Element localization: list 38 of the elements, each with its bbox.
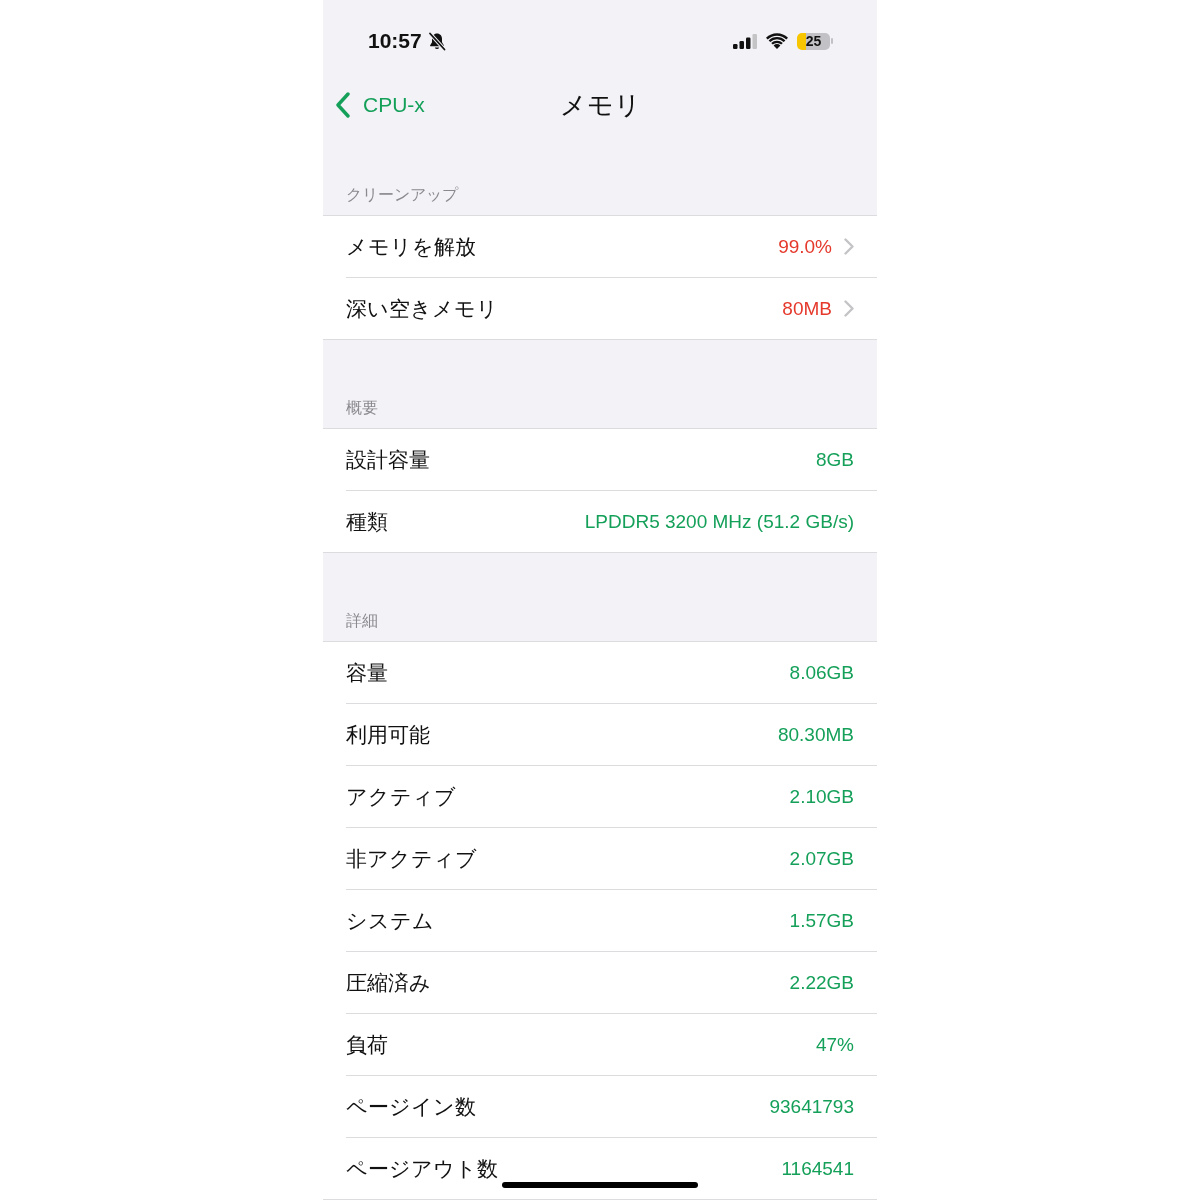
row-label: 容量 xyxy=(346,659,388,686)
section-header: 詳細 xyxy=(346,611,378,631)
battery-indicator: 25 xyxy=(797,32,830,50)
row-value: LPDDR5 3200 MHz (51.2 GB/s) xyxy=(584,509,854,534)
row-label: 圧縮済み xyxy=(346,969,431,996)
row-label: 非アクティブ xyxy=(346,845,477,872)
row-value: 2.10GB xyxy=(789,784,854,809)
row-label: 種類 xyxy=(346,508,388,535)
row-value: 1164541 xyxy=(781,1156,854,1181)
status-time: 10:57 xyxy=(368,29,422,53)
page-title: メモリ xyxy=(559,88,641,121)
row-value: 8.06GB xyxy=(789,660,854,685)
section-header: クリーンアップ xyxy=(346,185,458,205)
row-label: 負荷 xyxy=(346,1031,388,1058)
row-value: 47% xyxy=(815,1032,854,1057)
row-label: 深い空きメモリ xyxy=(346,295,498,322)
back-button[interactable]: CPU-x xyxy=(323,90,425,119)
row-value: 1.57GB xyxy=(789,908,854,933)
row-label: 利用可能 xyxy=(346,721,430,748)
row-value: 99.0% xyxy=(778,234,832,259)
row-value: 80.30MB xyxy=(777,722,854,747)
row-value: 2.07GB xyxy=(789,846,854,871)
section-header: 概要 xyxy=(346,398,378,418)
row-value: 93641793 xyxy=(769,1094,854,1119)
wifi-icon xyxy=(766,33,788,49)
chevron-right-icon[interactable] xyxy=(844,238,854,255)
row-value: 8GB xyxy=(815,447,854,472)
row-label: アクティブ xyxy=(346,783,456,810)
row-value: 80MB xyxy=(782,296,832,321)
chevron-left-icon xyxy=(335,91,351,118)
chevron-right-icon[interactable] xyxy=(844,300,854,317)
row-label: システム xyxy=(346,907,434,934)
row-label: メモリを解放 xyxy=(346,233,476,260)
row-label: ページアウト数 xyxy=(346,1155,498,1182)
row-value: 2.22GB xyxy=(789,970,854,995)
row-label: ページイン数 xyxy=(346,1093,476,1120)
signal-bars-icon xyxy=(733,33,757,49)
row-label: 設計容量 xyxy=(346,446,430,473)
